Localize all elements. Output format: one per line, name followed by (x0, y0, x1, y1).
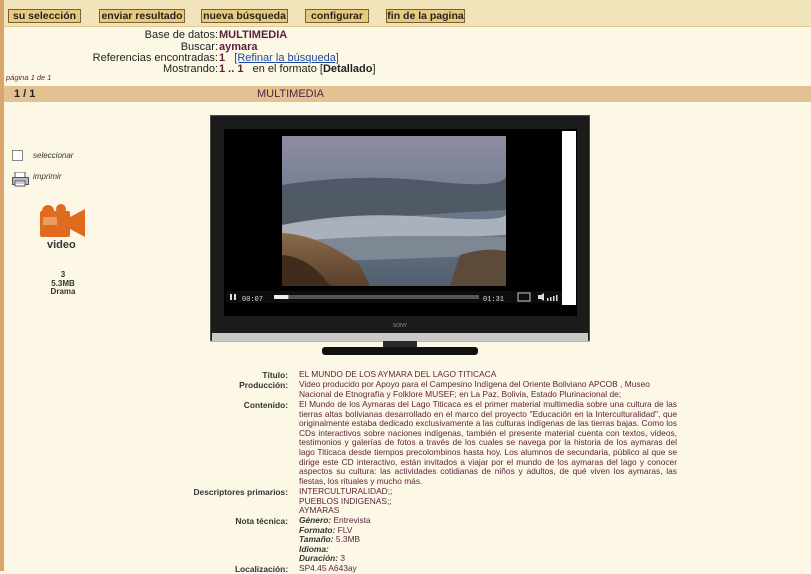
duracion-value: 3 (340, 553, 346, 564)
configurar-button[interactable]: configurar (305, 9, 369, 23)
descriptores-list: INTERCULTURALIDAD;; PUEBLOS INDIGENAS;; … (299, 486, 677, 516)
print-icon[interactable] (12, 172, 29, 187)
showing-label: Mostrando: (162, 63, 218, 75)
genero-value: Entrevista (333, 515, 371, 525)
descriptor-item[interactable]: PUEBLOS INDIGENAS;; (299, 496, 677, 507)
fin-de-la-pagina-button[interactable]: fin de la pagina (386, 9, 465, 23)
showing-text: en el formato (252, 63, 317, 75)
tv-brand: SONY (393, 323, 408, 329)
idioma-label: Idioma: (299, 543, 329, 554)
contenido-label: Contenido: (243, 400, 288, 410)
titulo-label: Título: (262, 370, 288, 380)
nota-tecnica: Género: Entrevista Formato: FLV Tamaño: … (299, 515, 371, 564)
time-current: 00:07 (242, 296, 263, 304)
video-player[interactable]: SONY 00:07 01:31 (210, 115, 590, 355)
produccion-label: Producción: (239, 380, 288, 390)
database-label: Base de datos: (144, 29, 218, 41)
format-bracket-close: ] (372, 63, 376, 75)
tamano-label: Tamaño: (299, 534, 334, 545)
localizacion-label: Localización: (234, 564, 288, 574)
produccion-value: Video producido por Apoyo para el Campes… (299, 379, 650, 399)
showing-range: 1 .. 1 (219, 63, 244, 75)
database-value: MULTIMEDIA (219, 29, 288, 41)
record-index: 1 / 1 (14, 88, 36, 100)
progress-fill (274, 295, 289, 299)
video-label: video (47, 239, 76, 251)
localizacion-value: SP4.45 A643ay (299, 563, 357, 573)
print-label[interactable]: imprimir (33, 172, 61, 181)
su-seleccion-button[interactable]: su selección (8, 9, 81, 23)
showing-row: 1 .. 1 en el formato [Detallado] (219, 63, 376, 75)
record-bar: 1 / 1 MULTIMEDIA (4, 86, 811, 102)
time-total: 01:31 (483, 296, 504, 304)
format-value: Detallado (322, 63, 373, 75)
genero-label: Género: (299, 515, 332, 525)
video-camera-icon (40, 204, 85, 237)
item-genre: Drama (50, 287, 76, 296)
nota-tecnica-label: Nota técnica: (235, 516, 288, 526)
tamano-value: 5.3MB (335, 534, 361, 545)
descriptores-label: Descriptores primarios: (193, 487, 289, 497)
formato-value: FLV (337, 524, 353, 535)
select-checkbox[interactable] (12, 150, 23, 161)
select-label: seleccionar (33, 151, 74, 160)
enviar-resultado-button[interactable]: enviar resultado (99, 9, 185, 23)
video-frame (282, 136, 507, 286)
page-info: página 1 de 1 (6, 73, 52, 82)
formato-label: Formato: (299, 524, 336, 535)
record-title: MULTIMEDIA (257, 88, 325, 100)
toolbar: su selección enviar resultado nueva búsq… (4, 0, 811, 27)
contenido-value: El Mundo de los Aymaras del Lago Titicac… (299, 399, 677, 486)
nueva-busqueda-button[interactable]: nueva búsqueda (201, 9, 288, 23)
media-info: 3 5.3MB Drama (30, 270, 96, 297)
duracion-label: Duración: (299, 553, 339, 564)
